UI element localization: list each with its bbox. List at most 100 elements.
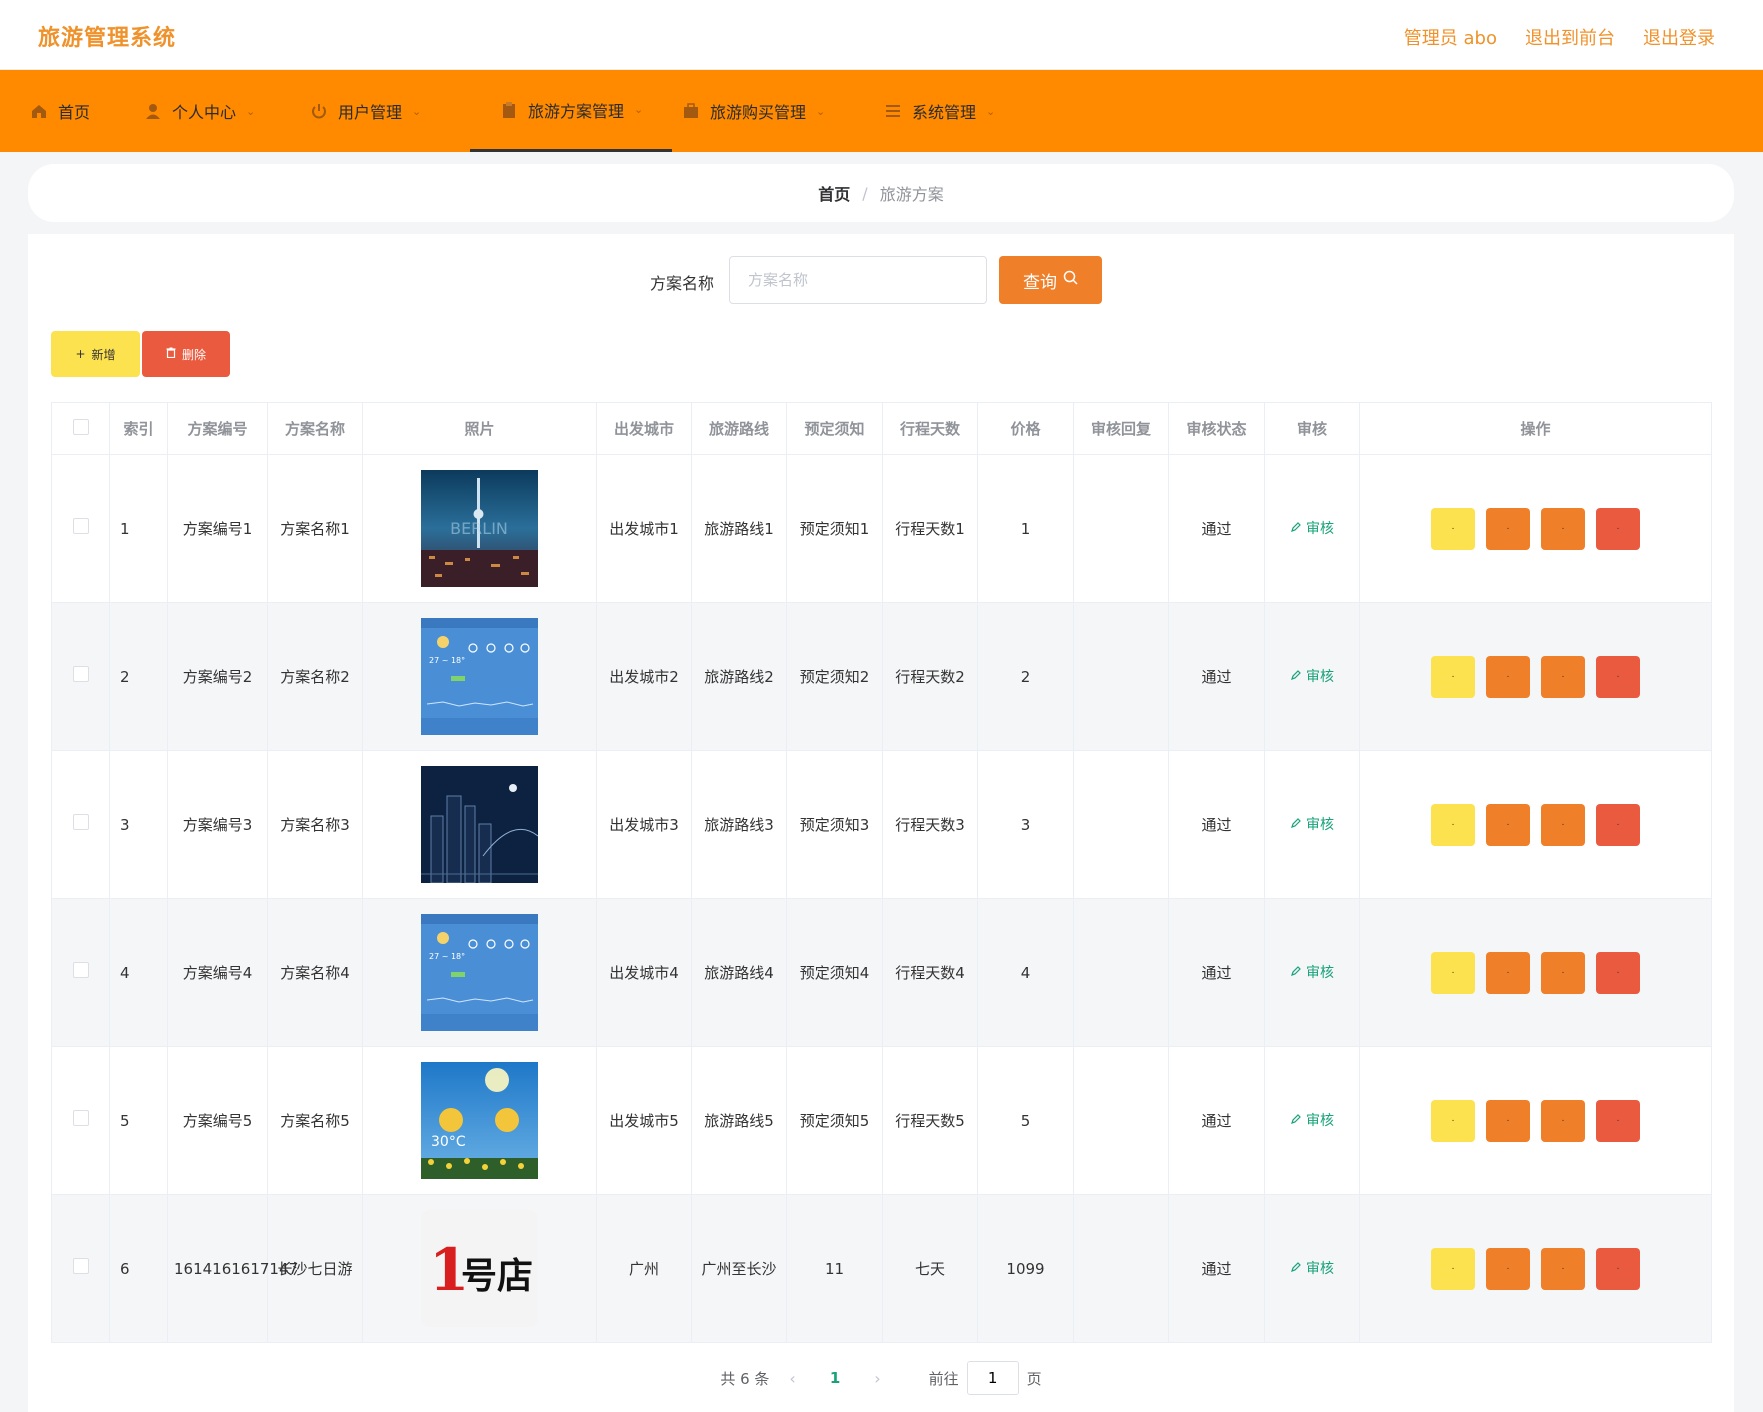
edit-button[interactable]: · — [1486, 655, 1530, 698]
admin-user-link[interactable]: 管理员 abo — [1404, 24, 1497, 50]
plan-photo[interactable]: 30°C — [369, 1062, 590, 1179]
row-delete-button[interactable]: · — [1596, 507, 1640, 550]
plan-photo[interactable]: 27 ~ 18° — [369, 914, 590, 1031]
view-button[interactable]: · — [1431, 507, 1475, 550]
row-select-cell[interactable] — [51, 1194, 110, 1343]
cell-index: 3 — [109, 750, 168, 899]
row-checkbox[interactable] — [72, 1257, 89, 1274]
search-icon — [1063, 270, 1078, 290]
select-all-checkbox[interactable] — [72, 418, 89, 435]
cell-route: 旅游路线4 — [691, 898, 787, 1047]
row-select-cell[interactable] — [51, 454, 110, 603]
cell-operations: · · · · — [1359, 454, 1712, 603]
cell-reply — [1073, 1194, 1169, 1343]
audit-link[interactable]: 审核 — [1290, 960, 1334, 986]
cell-city: 出发城市5 — [596, 1046, 692, 1195]
view-button[interactable]: · — [1431, 655, 1475, 698]
trash-icon — [166, 347, 176, 361]
next-page-icon[interactable]: › — [874, 1369, 880, 1388]
table-row[interactable]: 1 方案编号1 方案名称1 BERLIN 出发城市1 旅游路线1 预定须知1 行程天数1 1 通过… — [51, 454, 1712, 603]
table-header-row: 索引 方案编号 方案名称 照片 出发城市 旅游路线 预定须知 行程天数 价格 审… — [51, 402, 1712, 455]
delete-button[interactable]: 删除 — [142, 331, 230, 377]
header-select-all[interactable] — [51, 402, 110, 455]
row-checkbox[interactable] — [72, 517, 89, 534]
view-button[interactable]: · — [1431, 803, 1475, 846]
audit-link[interactable]: 审核 — [1290, 1256, 1334, 1282]
back-to-frontend-link[interactable]: 退出到前台 — [1525, 24, 1615, 50]
edit-button[interactable]: · — [1486, 1247, 1530, 1290]
purchase-button[interactable]: · — [1541, 951, 1585, 994]
cell-status: 通过 — [1168, 454, 1265, 603]
row-checkbox[interactable] — [72, 1109, 89, 1126]
search-label: 方案名称 — [650, 274, 715, 293]
search-button[interactable]: 查询 — [999, 256, 1102, 304]
cell-name: 方案名称2 — [267, 602, 363, 751]
audit-link[interactable]: 审核 — [1290, 516, 1334, 542]
search-input[interactable] — [729, 256, 987, 304]
view-button[interactable]: · — [1431, 951, 1475, 994]
edit-button[interactable]: · — [1486, 507, 1530, 550]
table-row[interactable]: 2 方案编号2 方案名称2 27 ~ 18° 出发城市2 旅游路线2 预定须知2 行程天数2 2… — [51, 602, 1712, 751]
cell-photo — [362, 750, 597, 899]
column-header: 审核状态 — [1168, 402, 1265, 455]
row-delete-button[interactable]: · — [1596, 1099, 1640, 1142]
prev-page-icon[interactable]: ‹ — [789, 1369, 795, 1388]
purchase-button[interactable]: · — [1541, 655, 1585, 698]
table-row[interactable]: 6 1614161617147 长沙七日游 1 号店 广州 广州至长沙 11 七天 1099 通过 审… — [51, 1194, 1712, 1343]
row-delete-button[interactable]: · — [1596, 655, 1640, 698]
row-delete-button[interactable]: · — [1596, 1247, 1640, 1290]
purchase-button[interactable]: · — [1541, 803, 1585, 846]
add-button[interactable]: + 新增 — [51, 331, 140, 377]
edit-button[interactable]: · — [1486, 803, 1530, 846]
logout-link[interactable]: 退出登录 — [1643, 24, 1715, 50]
purchase-button[interactable]: · — [1541, 1247, 1585, 1290]
purchase-button[interactable]: · — [1541, 1099, 1585, 1142]
purchase-button[interactable]: · — [1541, 507, 1585, 550]
table-row[interactable]: 4 方案编号4 方案名称4 27 ~ 18° 出发城市4 旅游路线4 预定须知4 行程天数4 4… — [51, 898, 1712, 1047]
row-checkbox[interactable] — [72, 665, 89, 682]
row-select-cell[interactable] — [51, 1046, 110, 1195]
cell-audit: 审核 — [1264, 750, 1360, 899]
row-select-cell[interactable] — [51, 898, 110, 1047]
audit-label: 审核 — [1306, 817, 1334, 833]
pagination: 共 6 条 ‹ 1 › 前往 页 — [28, 1358, 1734, 1398]
table-row[interactable]: 3 方案编号3 方案名称3 出发城市3 旅游路线3 预定须知3 行程天数3 3 通过 审核 · · · · — [51, 750, 1712, 899]
nav-item-home[interactable]: 首页 — [0, 70, 130, 152]
chevron-down-icon: ⌄ — [246, 104, 256, 118]
plan-photo[interactable] — [369, 766, 590, 883]
edit-icon — [1290, 812, 1302, 838]
cell-days: 七天 — [882, 1194, 978, 1343]
row-delete-button[interactable]: · — [1596, 803, 1640, 846]
nav-item-personal-center[interactable]: 个人中心 ⌄ — [130, 70, 300, 152]
audit-link[interactable]: 审核 — [1290, 1108, 1334, 1134]
cell-photo: 1 号店 — [362, 1194, 597, 1343]
row-select-cell[interactable] — [51, 602, 110, 751]
cell-reply — [1073, 898, 1169, 1047]
cell-audit: 审核 — [1264, 602, 1360, 751]
cell-days: 行程天数1 — [882, 454, 978, 603]
edit-button[interactable]: · — [1486, 1099, 1530, 1142]
cell-index: 1 — [109, 454, 168, 603]
cell-index: 4 — [109, 898, 168, 1047]
audit-link[interactable]: 审核 — [1290, 664, 1334, 690]
view-button[interactable]: · — [1431, 1247, 1475, 1290]
row-select-cell[interactable] — [51, 750, 110, 899]
cell-notice: 预定须知5 — [786, 1046, 883, 1195]
nav-item-purchase-management[interactable]: 旅游购买管理 ⌄ — [680, 70, 880, 152]
cell-status: 通过 — [1168, 1046, 1265, 1195]
table-row[interactable]: 5 方案编号5 方案名称5 30°C 出发城市5 旅游路线5 预定须知5 行程天数5 5 通过 审核… — [51, 1046, 1712, 1195]
plan-photo[interactable]: BERLIN — [369, 470, 590, 587]
audit-link[interactable]: 审核 — [1290, 812, 1334, 838]
nav-label: 旅游购买管理 — [710, 103, 807, 122]
row-checkbox[interactable] — [72, 961, 89, 978]
current-page[interactable]: 1 — [830, 1369, 840, 1387]
row-delete-button[interactable]: · — [1596, 951, 1640, 994]
breadcrumb-home[interactable]: 首页 — [818, 181, 850, 205]
plan-photo[interactable]: 1 号店 — [369, 1210, 590, 1327]
plan-photo[interactable]: 27 ~ 18° — [369, 618, 590, 735]
nav-item-system-management[interactable]: 系统管理 ⌄ — [882, 70, 1052, 152]
goto-page-input[interactable] — [966, 1361, 1019, 1395]
row-checkbox[interactable] — [72, 813, 89, 830]
edit-button[interactable]: · — [1486, 951, 1530, 994]
view-button[interactable]: · — [1431, 1099, 1475, 1142]
